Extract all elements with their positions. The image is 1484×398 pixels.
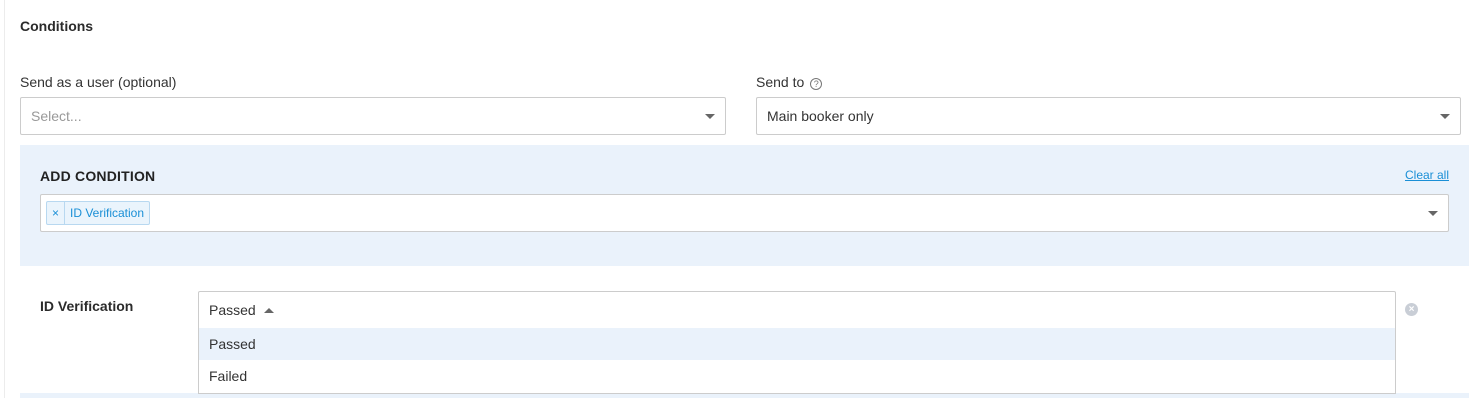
id-verification-selected-value: Passed bbox=[209, 302, 256, 318]
chevron-up-icon bbox=[263, 307, 274, 313]
chevron-down-icon[interactable] bbox=[1428, 210, 1438, 216]
add-condition-panel: ADD CONDITION Clear all × ID Verificatio… bbox=[20, 145, 1469, 266]
condition-tag: × ID Verification bbox=[46, 201, 151, 225]
send-as-user-placeholder: Select... bbox=[31, 108, 82, 124]
chevron-down-icon bbox=[705, 113, 715, 119]
send-as-user-label: Send as a user (optional) bbox=[20, 74, 177, 90]
send-as-user-select[interactable]: Select... bbox=[20, 97, 726, 135]
option-passed[interactable]: Passed bbox=[199, 328, 1395, 360]
condition-tag-label: ID Verification bbox=[70, 206, 145, 220]
clear-all-link[interactable]: Clear all bbox=[1405, 168, 1449, 182]
send-to-value: Main booker only bbox=[767, 108, 874, 124]
send-to-select[interactable]: Main booker only bbox=[756, 97, 1461, 135]
chevron-down-icon bbox=[1440, 113, 1450, 119]
send-to-label: Send to bbox=[756, 74, 805, 90]
id-verification-options-menu: Passed Failed bbox=[198, 328, 1396, 394]
add-condition-title: ADD CONDITION bbox=[40, 168, 156, 184]
question-circle-icon[interactable]: ? bbox=[810, 78, 823, 90]
id-verification-label: ID Verification bbox=[40, 298, 134, 314]
close-circle-icon[interactable]: × bbox=[1405, 303, 1418, 316]
conditions-heading: Conditions bbox=[20, 18, 94, 34]
id-verification-select[interactable]: Passed bbox=[198, 291, 1396, 329]
option-failed[interactable]: Failed bbox=[199, 360, 1395, 392]
send-to-label-wrap: Send to? bbox=[756, 74, 823, 90]
add-condition-multiselect[interactable]: × ID Verification bbox=[40, 194, 1449, 232]
tag-remove-icon[interactable]: × bbox=[47, 202, 65, 224]
page-left-border bbox=[4, 0, 5, 398]
